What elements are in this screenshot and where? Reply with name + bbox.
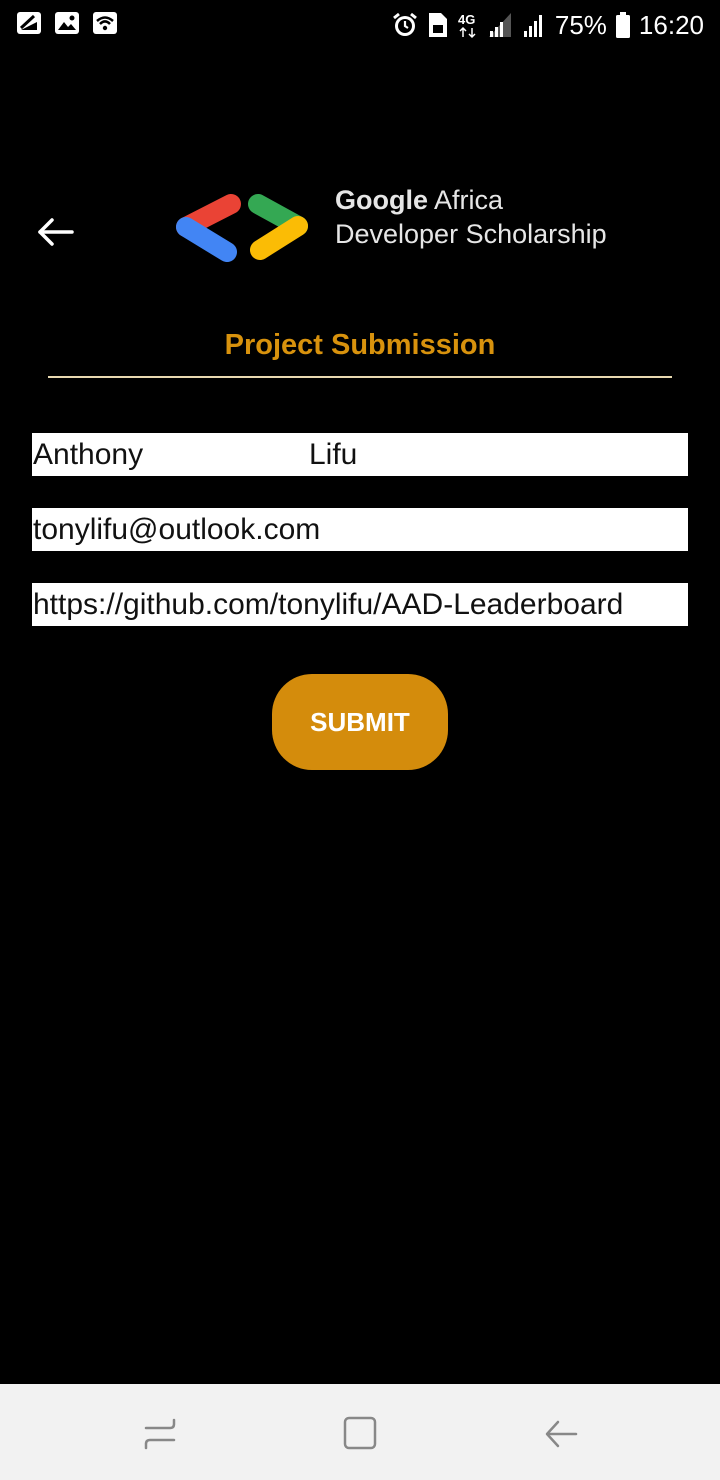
network-4g-icon: 4G xyxy=(458,12,476,39)
clock: 16:20 xyxy=(638,10,704,40)
gads-logo-icon xyxy=(176,194,308,262)
sim-icon xyxy=(428,13,447,37)
first-name-field[interactable]: Anthony xyxy=(33,433,143,476)
arrow-left-icon xyxy=(38,218,74,246)
title-divider xyxy=(48,376,672,378)
logo-blue-stroke xyxy=(176,217,237,262)
submit-button[interactable]: SUBMIT xyxy=(272,674,448,770)
logo-google: Google xyxy=(335,185,428,215)
svg-text:4G: 4G xyxy=(458,12,475,27)
home-icon[interactable] xyxy=(340,1414,380,1454)
logo-line-1: Google Africa xyxy=(335,183,607,217)
email-field[interactable]: tonylifu@outlook.com xyxy=(32,508,688,551)
signal-icon-2 xyxy=(523,15,542,37)
logo-yellow-stroke xyxy=(250,216,308,260)
logo-line-2: Developer Scholarship xyxy=(335,219,607,249)
gallery-icon xyxy=(55,12,79,34)
name-fields-row: Anthony Lifu xyxy=(32,433,688,476)
screen: 4G 75% 16:20 Google Africa Developer Sch… xyxy=(0,0,720,1480)
logo-text: Google Africa Developer Scholarship xyxy=(335,183,607,251)
status-bar: 4G 75% 16:20 xyxy=(0,0,720,50)
screenshot-icon xyxy=(17,12,41,34)
system-nav-bar xyxy=(0,1384,720,1480)
back-icon[interactable] xyxy=(542,1414,582,1454)
battery-percent: 75% xyxy=(554,10,607,40)
signal-icon xyxy=(488,13,511,37)
battery-icon xyxy=(615,12,630,38)
alarm-icon xyxy=(392,12,417,36)
logo-africa: Africa xyxy=(428,185,504,215)
github-link-field[interactable]: https://github.com/tonylifu/AAD-Leaderbo… xyxy=(32,583,688,626)
page-title: Project Submission xyxy=(224,329,496,361)
wifi-icon xyxy=(93,12,117,34)
last-name-field[interactable]: Lifu xyxy=(309,433,357,476)
back-arrow-button[interactable] xyxy=(34,212,78,252)
recent-apps-icon[interactable] xyxy=(140,1414,180,1454)
